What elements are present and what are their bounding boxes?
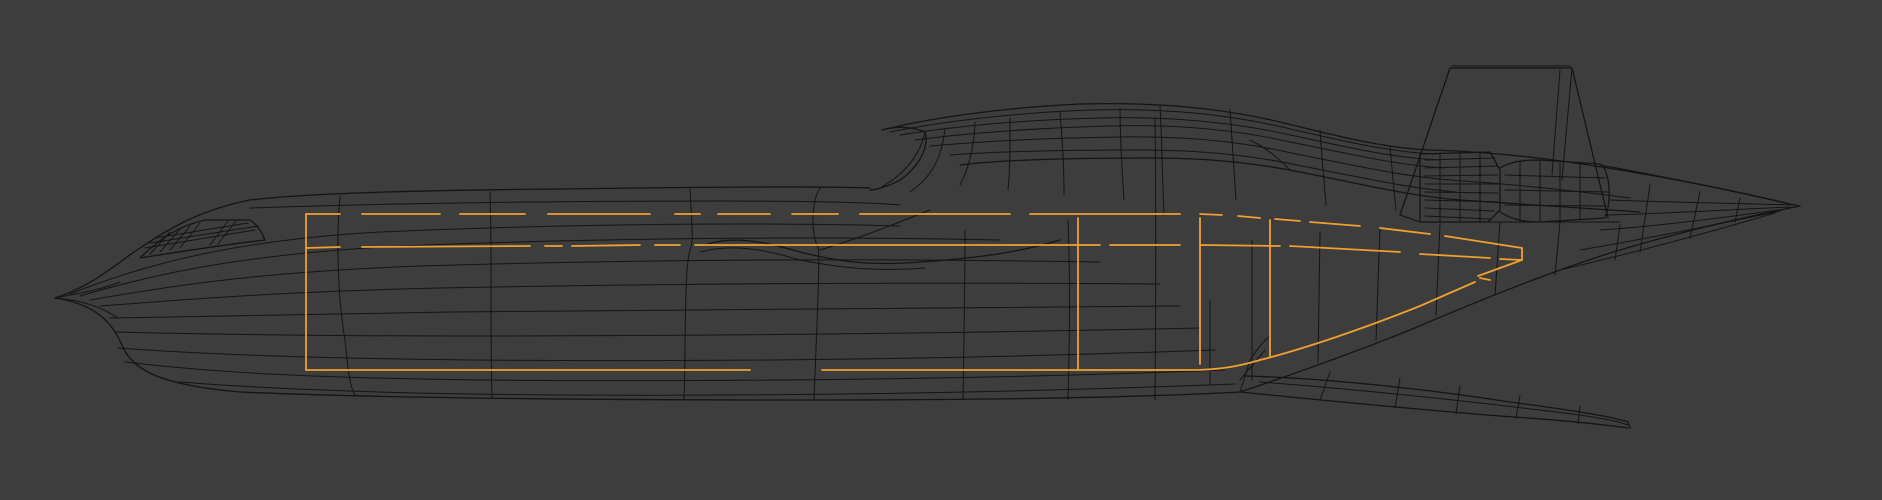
rear-engine-block <box>1419 151 1610 223</box>
3d-viewport[interactable] <box>0 0 1882 500</box>
upper-fin <box>869 102 1791 216</box>
front-canopy <box>139 219 266 259</box>
selected-edge-loop[interactable] <box>305 213 1523 371</box>
vertical-tail-fin <box>1399 65 1609 219</box>
hull-outline <box>54 186 1241 401</box>
hull-longitudinal-edges <box>69 200 1236 396</box>
wireframe-model[interactable] <box>0 0 1882 500</box>
